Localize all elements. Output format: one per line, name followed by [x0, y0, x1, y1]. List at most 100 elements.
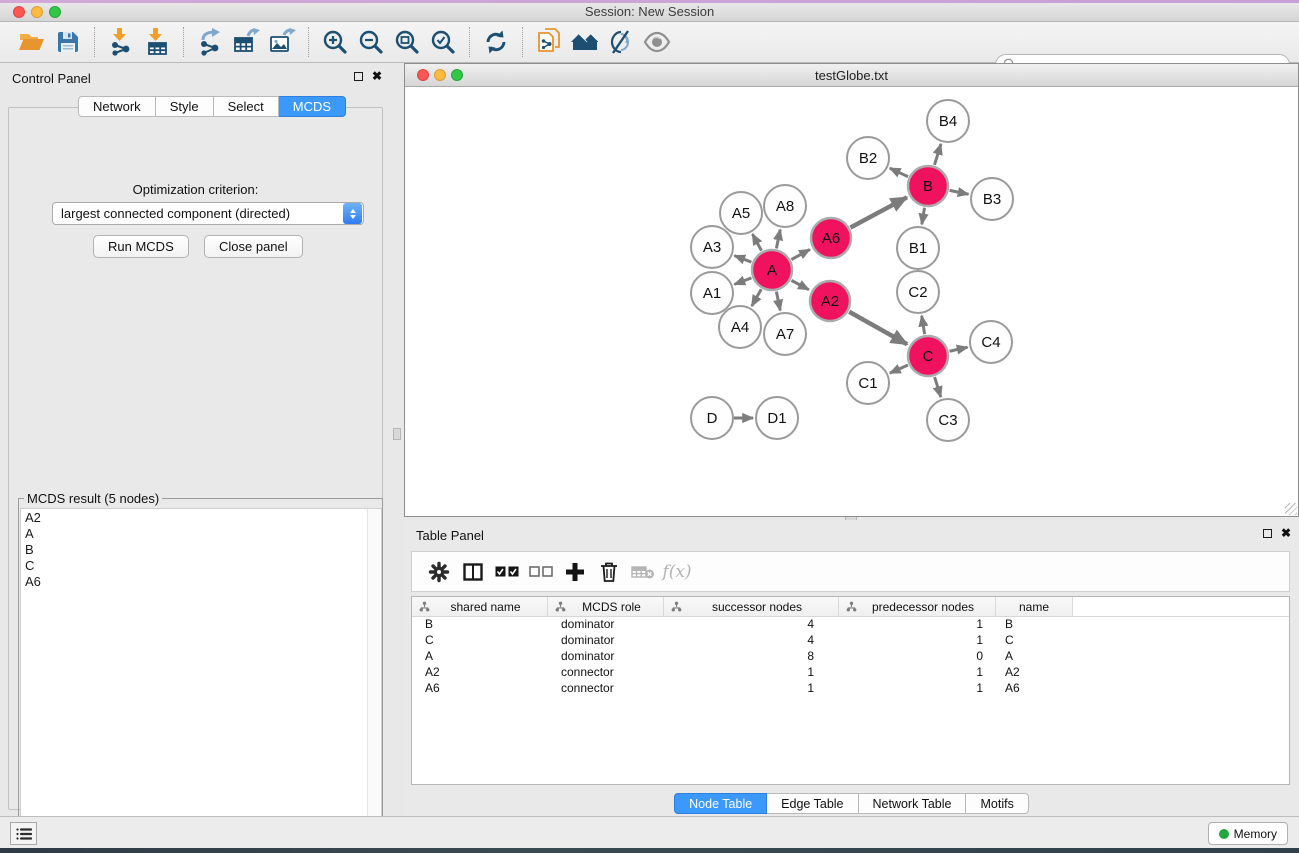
table-cell[interactable]: 4: [664, 633, 839, 649]
table-cell[interactable]: A2: [996, 665, 1073, 681]
zoom-selected-icon[interactable]: [425, 26, 461, 58]
tab-motifs[interactable]: Motifs: [966, 793, 1028, 814]
table-cell[interactable]: 4: [664, 617, 839, 633]
graph-edge-C-C4[interactable]: [949, 347, 967, 351]
graph-node-C[interactable]: C: [908, 336, 948, 376]
table-row[interactable]: A6connector11A6: [412, 681, 1289, 697]
table-row[interactable]: Adominator80A: [412, 649, 1289, 665]
graph-edge-B-B2[interactable]: [890, 168, 908, 177]
graph-edge-C-C1[interactable]: [890, 365, 908, 373]
vertical-divider-handle[interactable]: [393, 428, 401, 440]
mcds-result-item[interactable]: C: [21, 557, 381, 573]
graph-node-B4[interactable]: B4: [927, 100, 969, 142]
graph-node-B1[interactable]: B1: [897, 227, 939, 269]
delete-table-icon[interactable]: [626, 557, 660, 587]
graph-edge-A-A5[interactable]: [752, 234, 761, 251]
graph-edge-A-A3[interactable]: [734, 256, 751, 263]
table-cell[interactable]: B: [996, 617, 1073, 633]
zoom-out-icon[interactable]: [353, 26, 389, 58]
table-row[interactable]: Cdominator41C: [412, 633, 1289, 649]
float-panel-icon[interactable]: [354, 72, 363, 81]
table-cell[interactable]: A6: [412, 681, 548, 697]
graph-edge-C-C3[interactable]: [935, 377, 941, 397]
graph-node-D[interactable]: D: [691, 397, 733, 439]
column-header-successor-nodes[interactable]: successor nodes: [664, 597, 839, 616]
refresh-view-icon[interactable]: [478, 26, 514, 58]
float-panel-icon[interactable]: [1263, 529, 1272, 538]
run-mcds-button[interactable]: Run MCDS: [93, 235, 189, 258]
column-header-MCDS-role[interactable]: MCDS role: [548, 597, 664, 616]
import-table-icon[interactable]: [139, 26, 175, 58]
mcds-result-item[interactable]: A: [21, 525, 381, 541]
close-window-button[interactable]: [13, 6, 25, 18]
zoom-window-button[interactable]: [49, 6, 61, 18]
graph-node-A1[interactable]: A1: [691, 272, 733, 314]
deselect-all-icon[interactable]: [524, 557, 558, 587]
export-network-icon[interactable]: [192, 26, 228, 58]
close-panel-button[interactable]: Close panel: [204, 235, 303, 258]
net-zoom-button[interactable]: [451, 69, 463, 81]
graph-node-A6[interactable]: A6: [811, 218, 851, 258]
graph-node-A8[interactable]: A8: [764, 185, 806, 227]
table-cell[interactable]: 1: [839, 617, 996, 633]
graph-edge-B-B3[interactable]: [950, 190, 969, 194]
graph-node-A2[interactable]: A2: [810, 281, 850, 321]
mcds-result-item[interactable]: A2: [21, 509, 381, 525]
table-settings-icon[interactable]: [422, 557, 456, 587]
graph-node-C4[interactable]: C4: [970, 321, 1012, 363]
table-cell[interactable]: C: [412, 633, 548, 649]
net-minimize-button[interactable]: [434, 69, 446, 81]
graph-edge-A-A8[interactable]: [776, 230, 780, 249]
memory-button[interactable]: Memory: [1208, 822, 1288, 845]
table-cell[interactable]: connector: [548, 681, 664, 697]
graph-node-A5[interactable]: A5: [720, 192, 762, 234]
graph-node-A7[interactable]: A7: [764, 313, 806, 355]
network-window-titlebar[interactable]: testGlobe.txt: [405, 64, 1298, 87]
graph-edge-A-A1[interactable]: [734, 278, 751, 285]
show-columns-icon[interactable]: [456, 557, 490, 587]
graph-node-C3[interactable]: C3: [927, 399, 969, 441]
graph-edge-A-A2[interactable]: [791, 280, 808, 289]
network-canvas[interactable]: B4B2BB3A8A5A6A3B1AC2A1A2A4A7C4CC1DD1C3: [405, 87, 1298, 516]
tab-network[interactable]: Network: [78, 96, 156, 117]
table-cell[interactable]: 1: [839, 665, 996, 681]
tab-edge-table[interactable]: Edge Table: [767, 793, 858, 814]
minimize-window-button[interactable]: [31, 6, 43, 18]
column-header-predecessor-nodes[interactable]: predecessor nodes: [839, 597, 996, 616]
tab-select[interactable]: Select: [214, 96, 279, 117]
graph-node-B3[interactable]: B3: [971, 178, 1013, 220]
table-cell[interactable]: dominator: [548, 649, 664, 665]
table-cell[interactable]: 1: [839, 633, 996, 649]
graph-node-D1[interactable]: D1: [756, 397, 798, 439]
close-panel-icon[interactable]: ✖: [372, 72, 382, 81]
table-cell[interactable]: 0: [839, 649, 996, 665]
zoom-fit-icon[interactable]: [389, 26, 425, 58]
table-row[interactable]: Bdominator41B: [412, 617, 1289, 633]
graph-node-B2[interactable]: B2: [847, 137, 889, 179]
save-session-icon[interactable]: [50, 26, 86, 58]
mcds-result-item[interactable]: A6: [21, 573, 381, 589]
network-file-icon[interactable]: [531, 26, 567, 58]
toggle-graphics-details-icon[interactable]: [603, 26, 639, 58]
function-builder-icon[interactable]: f(x): [660, 557, 694, 587]
graph-node-A3[interactable]: A3: [691, 226, 733, 268]
export-image-icon[interactable]: [264, 26, 300, 58]
table-cell[interactable]: dominator: [548, 617, 664, 633]
graph-node-B[interactable]: B: [908, 166, 948, 206]
column-header-name[interactable]: name: [996, 597, 1073, 616]
show-hide-icon[interactable]: [639, 26, 675, 58]
list-scrollbar[interactable]: [367, 509, 381, 841]
table-cell[interactable]: 1: [839, 681, 996, 697]
graph-edge-C-C2[interactable]: [922, 316, 925, 335]
graph-edge-A-A4[interactable]: [752, 289, 761, 306]
tab-style[interactable]: Style: [156, 96, 214, 117]
table-cell[interactable]: A6: [996, 681, 1073, 697]
tab-network-table[interactable]: Network Table: [859, 793, 967, 814]
table-cell[interactable]: A: [412, 649, 548, 665]
graph-edge-A-A7[interactable]: [776, 292, 780, 311]
mcds-result-list[interactable]: A2ABCA6: [20, 508, 382, 842]
graph-edge-B-B1[interactable]: [922, 208, 925, 225]
tab-node-table[interactable]: Node Table: [674, 793, 767, 814]
task-history-button[interactable]: [10, 822, 37, 845]
table-cell[interactable]: 8: [664, 649, 839, 665]
